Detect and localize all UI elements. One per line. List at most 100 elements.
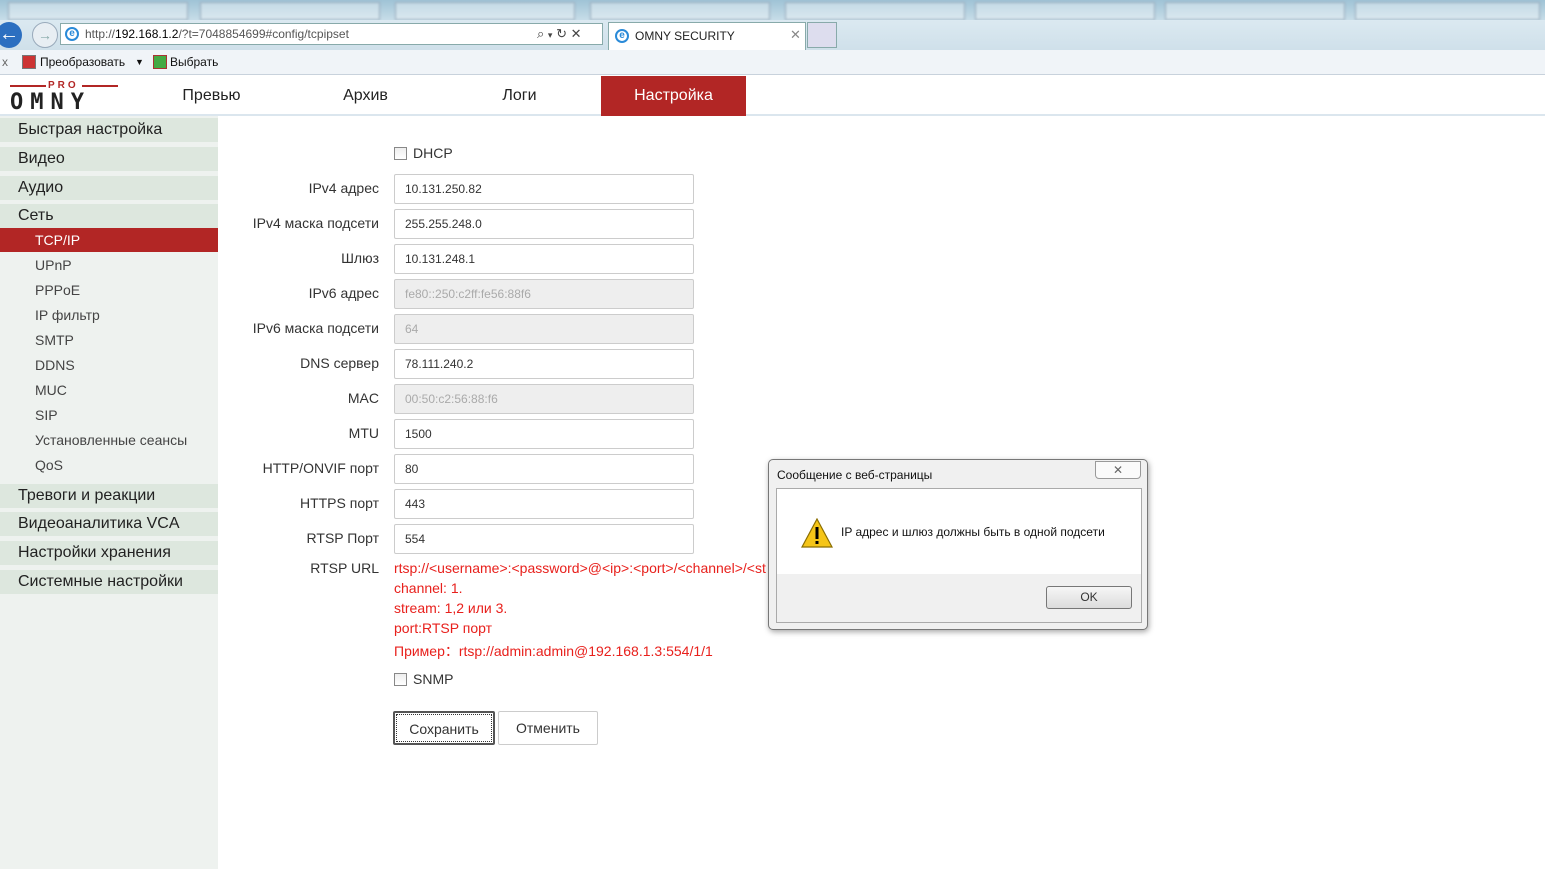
nav-tab-logs[interactable]: Логи xyxy=(447,76,592,116)
url-rest: /?t=7048854699#config/tcpipset xyxy=(178,27,349,41)
rtsp-help-port: port:RTSP порт xyxy=(394,620,492,636)
field-input[interactable]: 443 xyxy=(394,489,694,519)
browser-tab[interactable] xyxy=(590,2,770,20)
sidebar-group-video[interactable]: Видео xyxy=(0,147,218,171)
field-label: IPv6 маска подсети xyxy=(252,320,379,336)
field-label: IPv6 адрес xyxy=(308,285,379,301)
cancel-button[interactable]: Отменить xyxy=(498,711,598,745)
nav-tab-archive[interactable]: Архив xyxy=(293,76,438,116)
search-icon[interactable]: ⌕ xyxy=(537,26,544,41)
new-tab-button[interactable] xyxy=(807,22,837,48)
dhcp-label: DHCP xyxy=(413,145,453,161)
active-browser-tab[interactable]: e OMNY SECURITY xyxy=(608,22,806,50)
tab-title: OMNY SECURITY xyxy=(635,29,735,43)
rtsp-url-label: RTSP URL xyxy=(310,560,379,576)
field-input[interactable]: 1500 xyxy=(394,419,694,449)
dialog-message-area: IP адрес и шлюз должны быть в одной подс… xyxy=(777,489,1141,574)
browser-tab[interactable] xyxy=(395,2,575,20)
field-input[interactable]: 78.111.240.2 xyxy=(394,349,694,379)
browser-tab[interactable] xyxy=(200,2,380,20)
browser-tab[interactable] xyxy=(8,2,188,20)
browser-tab[interactable] xyxy=(785,2,965,20)
url-host: 192.168.1.2 xyxy=(115,27,179,41)
select-icon xyxy=(153,55,167,69)
ie-icon: e xyxy=(615,29,629,43)
field-input[interactable]: 255.255.248.0 xyxy=(394,209,694,239)
close-tab-icon[interactable]: ✕ xyxy=(790,27,801,43)
forward-button[interactable]: → xyxy=(32,22,58,48)
snmp-label: SNMP xyxy=(413,671,454,687)
url-tools: ⌕ ▾ ↻ ✕ xyxy=(537,26,582,42)
browser-tab-strip xyxy=(0,0,1545,20)
close-toolbar-icon[interactable]: x xyxy=(2,50,8,74)
nav-tab-preview[interactable]: Превью xyxy=(139,76,284,116)
back-button[interactable]: ← xyxy=(0,22,22,48)
field-label: MTU xyxy=(348,425,379,441)
sidebar-item-tcpip[interactable]: TCP/IP xyxy=(0,228,218,252)
sidebar-item-sip[interactable]: SIP xyxy=(0,403,218,427)
omny-logo: PRO OMNY xyxy=(10,80,120,115)
sidebar-item-ip-filter[interactable]: IP фильтр xyxy=(0,303,218,327)
field-label: Шлюз xyxy=(341,250,379,266)
sidebar-group-system[interactable]: Системные настройки xyxy=(0,570,218,594)
convert-button[interactable]: Преобразовать xyxy=(40,50,125,74)
snmp-checkbox[interactable] xyxy=(394,673,407,686)
warning-icon xyxy=(801,518,833,548)
refresh-icon[interactable]: ↻ xyxy=(556,26,567,41)
app-header: PRO OMNY Превью Архив Логи Настройка xyxy=(0,76,1545,116)
sidebar-item-ddns[interactable]: DDNS xyxy=(0,353,218,377)
nav-tab-settings[interactable]: Настройка xyxy=(601,76,746,116)
sidebar-item-pppoe[interactable]: PPPoE xyxy=(0,278,218,302)
browser-tab[interactable] xyxy=(1355,2,1540,20)
rtsp-help-stream: stream: 1,2 или 3. xyxy=(394,600,508,616)
field-input[interactable]: 80 xyxy=(394,454,694,484)
field-label: IPv4 адрес xyxy=(308,180,379,196)
sidebar-item-upnp[interactable]: UPnP xyxy=(0,253,218,277)
chevron-down-icon[interactable]: ▼ xyxy=(135,50,144,74)
field-input[interactable]: 10.131.248.1 xyxy=(394,244,694,274)
url-prefix: http:// xyxy=(85,27,116,41)
ok-button[interactable]: OK xyxy=(1046,586,1132,609)
rtsp-help-channel: channel: 1. xyxy=(394,580,463,596)
dialog-message: IP адрес и шлюз должны быть в одной подс… xyxy=(841,525,1105,539)
dialog-body: IP адрес и шлюз должны быть в одной подс… xyxy=(776,488,1142,623)
command-bar: x Преобразовать ▼ Выбрать xyxy=(0,50,1545,75)
field-label: MAC xyxy=(347,390,379,406)
select-button[interactable]: Выбрать xyxy=(170,50,218,74)
field-label: HTTPS порт xyxy=(299,495,379,511)
field-input: fe80::250:c2ff:fe56:88f6 xyxy=(394,279,694,309)
sidebar-group-network[interactable]: Сеть xyxy=(0,204,218,228)
sidebar-group-quick-setup[interactable]: Быстрая настройка xyxy=(0,118,218,142)
field-label: DNS сервер xyxy=(300,355,379,371)
rtsp-help-format: rtsp://<username>:<password>@<ip>:<port>… xyxy=(394,560,766,576)
rtsp-help-example: Пример：rtsp://admin:admin@192.168.1.3:55… xyxy=(394,643,713,659)
field-label: RTSP Порт xyxy=(306,530,379,546)
field-label: HTTP/ONVIF порт xyxy=(262,460,379,476)
save-button[interactable]: Сохранить xyxy=(393,711,495,745)
sidebar: Быстрая настройка Видео Аудио Сеть TCP/I… xyxy=(0,116,218,869)
field-input: 00:50:c2:56:88:f6 xyxy=(394,384,694,414)
sidebar-item-smtp[interactable]: SMTP xyxy=(0,328,218,352)
sidebar-group-alarms[interactable]: Тревоги и реакции xyxy=(0,484,218,508)
dialog-title: Сообщение с веб-страницы xyxy=(777,468,933,482)
dialog-close-button[interactable]: ✕ xyxy=(1095,461,1141,479)
sidebar-group-vca[interactable]: Видеоаналитика VCA xyxy=(0,512,218,536)
sidebar-group-storage[interactable]: Настройки хранения xyxy=(0,541,218,565)
stop-icon[interactable]: ✕ xyxy=(571,26,582,41)
url-input[interactable]: e http://192.168.1.2/?t=7048854699#confi… xyxy=(60,23,603,45)
field-input[interactable]: 554 xyxy=(394,524,694,554)
field-input[interactable]: 10.131.250.82 xyxy=(394,174,694,204)
field-label: IPv4 маска подсети xyxy=(252,215,379,231)
sidebar-item-muc[interactable]: MUC xyxy=(0,378,218,402)
dhcp-checkbox[interactable] xyxy=(394,147,407,160)
sidebar-item-sessions[interactable]: Установленные сеансы xyxy=(0,428,218,452)
chevron-down-icon[interactable]: ▾ xyxy=(548,30,553,40)
sidebar-group-audio[interactable]: Аудио xyxy=(0,176,218,200)
browser-tab[interactable] xyxy=(975,2,1155,20)
pdf-icon xyxy=(22,55,36,69)
sidebar-item-qos[interactable]: QoS xyxy=(0,453,218,477)
field-input: 64 xyxy=(394,314,694,344)
ie-icon: e xyxy=(65,27,79,41)
alert-dialog: Сообщение с веб-страницы ✕ IP адрес и шл… xyxy=(768,459,1148,630)
browser-tab[interactable] xyxy=(1165,2,1345,20)
